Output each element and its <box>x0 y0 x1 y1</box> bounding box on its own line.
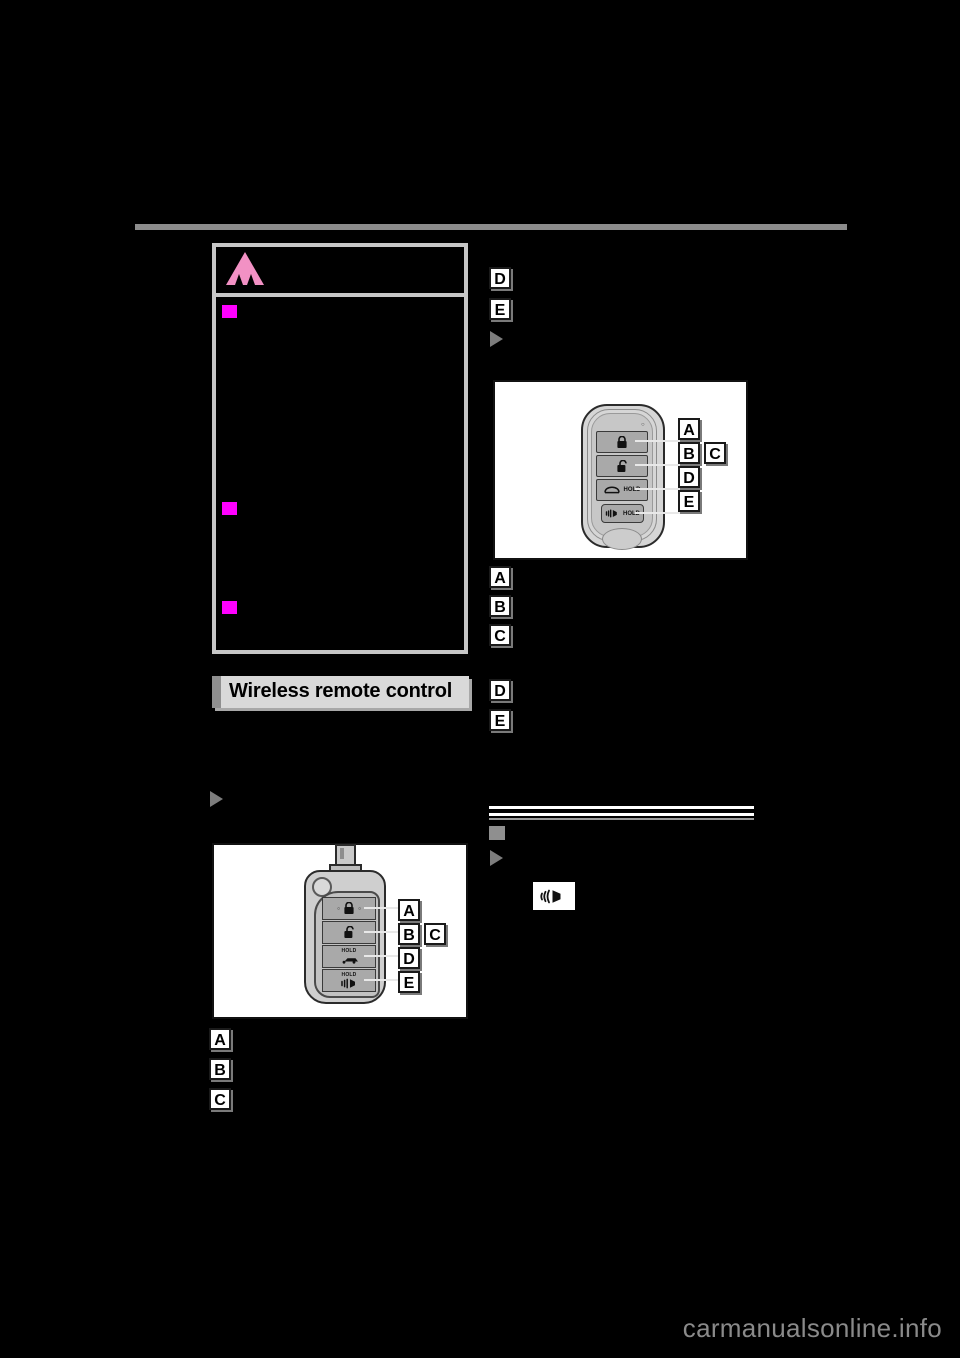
figure-callout-c: C <box>424 923 446 945</box>
triangle-bullet <box>490 331 503 347</box>
sub-section-divider <box>489 806 754 820</box>
figure-callout-a: A <box>678 418 700 440</box>
figure-callout-e: E <box>678 490 700 512</box>
section-heading-label: Wireless remote control <box>229 680 453 702</box>
callout-item-b: B <box>489 595 511 617</box>
figure-electronic-smart-key: ○ HOLD HOLD <box>493 380 748 560</box>
alarm-speaker-icon <box>540 889 561 903</box>
figure-callout-b: B <box>398 923 420 945</box>
warning-bullet-square <box>222 502 237 515</box>
callout-item-d: D <box>489 267 511 289</box>
figure-callout-a: A <box>398 899 420 921</box>
callout-item-a: A <box>489 566 511 588</box>
key-blade-notch <box>340 848 344 859</box>
warning-box-body <box>216 297 464 700</box>
watermark: carmanualsonline.info <box>682 1313 942 1343</box>
lock-icon <box>344 902 354 914</box>
alarm-speaker-icon-box <box>533 882 575 910</box>
figure-callout-e: E <box>398 971 420 993</box>
callout-item-c: C <box>489 624 511 646</box>
warning-box-header <box>216 247 464 297</box>
figure-callout-b: B <box>678 442 700 464</box>
callout-item-d: D <box>489 679 511 701</box>
section-heading-wireless-remote-control: Wireless remote control <box>212 676 469 708</box>
lock-button[interactable] <box>596 431 648 453</box>
trunk-icon <box>340 958 358 964</box>
lock-icon <box>617 435 627 448</box>
alarm-speaker-icon <box>341 978 355 988</box>
callout-item-e: E <box>489 298 511 320</box>
callout-item-e: E <box>489 709 511 731</box>
sub-section-bullet <box>489 826 505 840</box>
callout-lead-e <box>635 512 685 514</box>
triangle-bullet <box>210 791 223 807</box>
triangle-bullet <box>490 850 503 866</box>
trunk-release-button[interactable]: HOLD <box>596 479 648 501</box>
callout-item-b: B <box>209 1058 231 1080</box>
trunk-hold-label: HOLD <box>341 948 357 954</box>
smart-key-emblem <box>602 528 642 550</box>
manual-page: Wireless remote control ○ ○ HOLD HOLD A … <box>0 0 960 1358</box>
callout-item-a: A <box>209 1028 231 1050</box>
unlock-icon <box>617 459 627 472</box>
smart-key-indicator-light: ○ <box>641 422 645 428</box>
trunk-icon <box>603 486 620 494</box>
alarm-speaker-icon <box>605 509 617 518</box>
warning-triangle-icon <box>226 252 264 285</box>
panic-hold-label: HOLD <box>341 972 357 978</box>
callout-item-c: C <box>209 1088 231 1110</box>
unlock-button[interactable] <box>596 455 648 477</box>
unlock-icon <box>344 926 354 938</box>
figure-callout-c: C <box>704 442 726 464</box>
warning-bullet-square <box>222 305 237 318</box>
warning-bullet-square <box>222 601 237 614</box>
page-top-rule <box>135 224 847 230</box>
section-heading-accent-bar <box>212 676 221 708</box>
warning-box <box>212 243 468 654</box>
figure-callout-d: D <box>398 947 420 969</box>
figure-callout-d: D <box>678 466 700 488</box>
